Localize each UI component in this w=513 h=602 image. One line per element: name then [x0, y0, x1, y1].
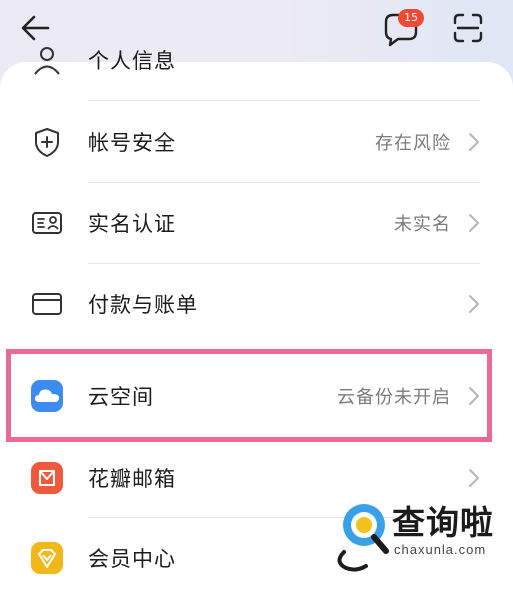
chevron-right-icon — [469, 133, 479, 151]
list-item-label: 帐号安全 — [88, 131, 176, 155]
list-item-label: 实名认证 — [88, 212, 176, 236]
chevron-right-icon — [469, 295, 479, 313]
list-item-personal-info[interactable]: 个人信息 — [0, 20, 513, 100]
list-item-account-security[interactable]: 帐号安全 存在风险 — [0, 102, 513, 182]
watermark: 查询啦 chaxunla.com — [336, 492, 511, 576]
card-icon — [28, 285, 66, 323]
chevron-right-icon — [469, 214, 479, 232]
list-item-label: 付款与账单 — [88, 293, 198, 317]
person-icon — [28, 41, 66, 79]
watermark-title: 查询啦 — [392, 503, 494, 542]
list-item-real-name[interactable]: 实名认证 未实名 — [0, 183, 513, 263]
list-item-value: 存在风险 — [375, 133, 451, 154]
list-item-label: 会员中心 — [88, 547, 176, 571]
divider — [88, 100, 480, 101]
list-item-label: 云空间 — [88, 385, 154, 409]
list-item-value: 云备份未开启 — [337, 387, 451, 408]
id-card-icon — [28, 204, 66, 242]
cloud-icon — [28, 377, 66, 415]
watermark-logo-icon — [337, 504, 389, 572]
list-item-cloud-space[interactable]: 云空间 云备份未开启 — [0, 356, 513, 436]
mail-icon — [28, 459, 66, 497]
watermark-subtitle: chaxunla.com — [394, 542, 487, 557]
member-icon — [28, 539, 66, 577]
list-item-payment-billing[interactable]: 付款与账单 — [0, 264, 513, 344]
shield-plus-icon — [28, 123, 66, 161]
list-item-label: 个人信息 — [88, 49, 176, 73]
list-item-label: 花瓣邮箱 — [88, 467, 176, 491]
list-item-value: 未实名 — [394, 214, 451, 235]
chevron-right-icon — [469, 469, 479, 487]
chevron-right-icon — [469, 387, 479, 405]
